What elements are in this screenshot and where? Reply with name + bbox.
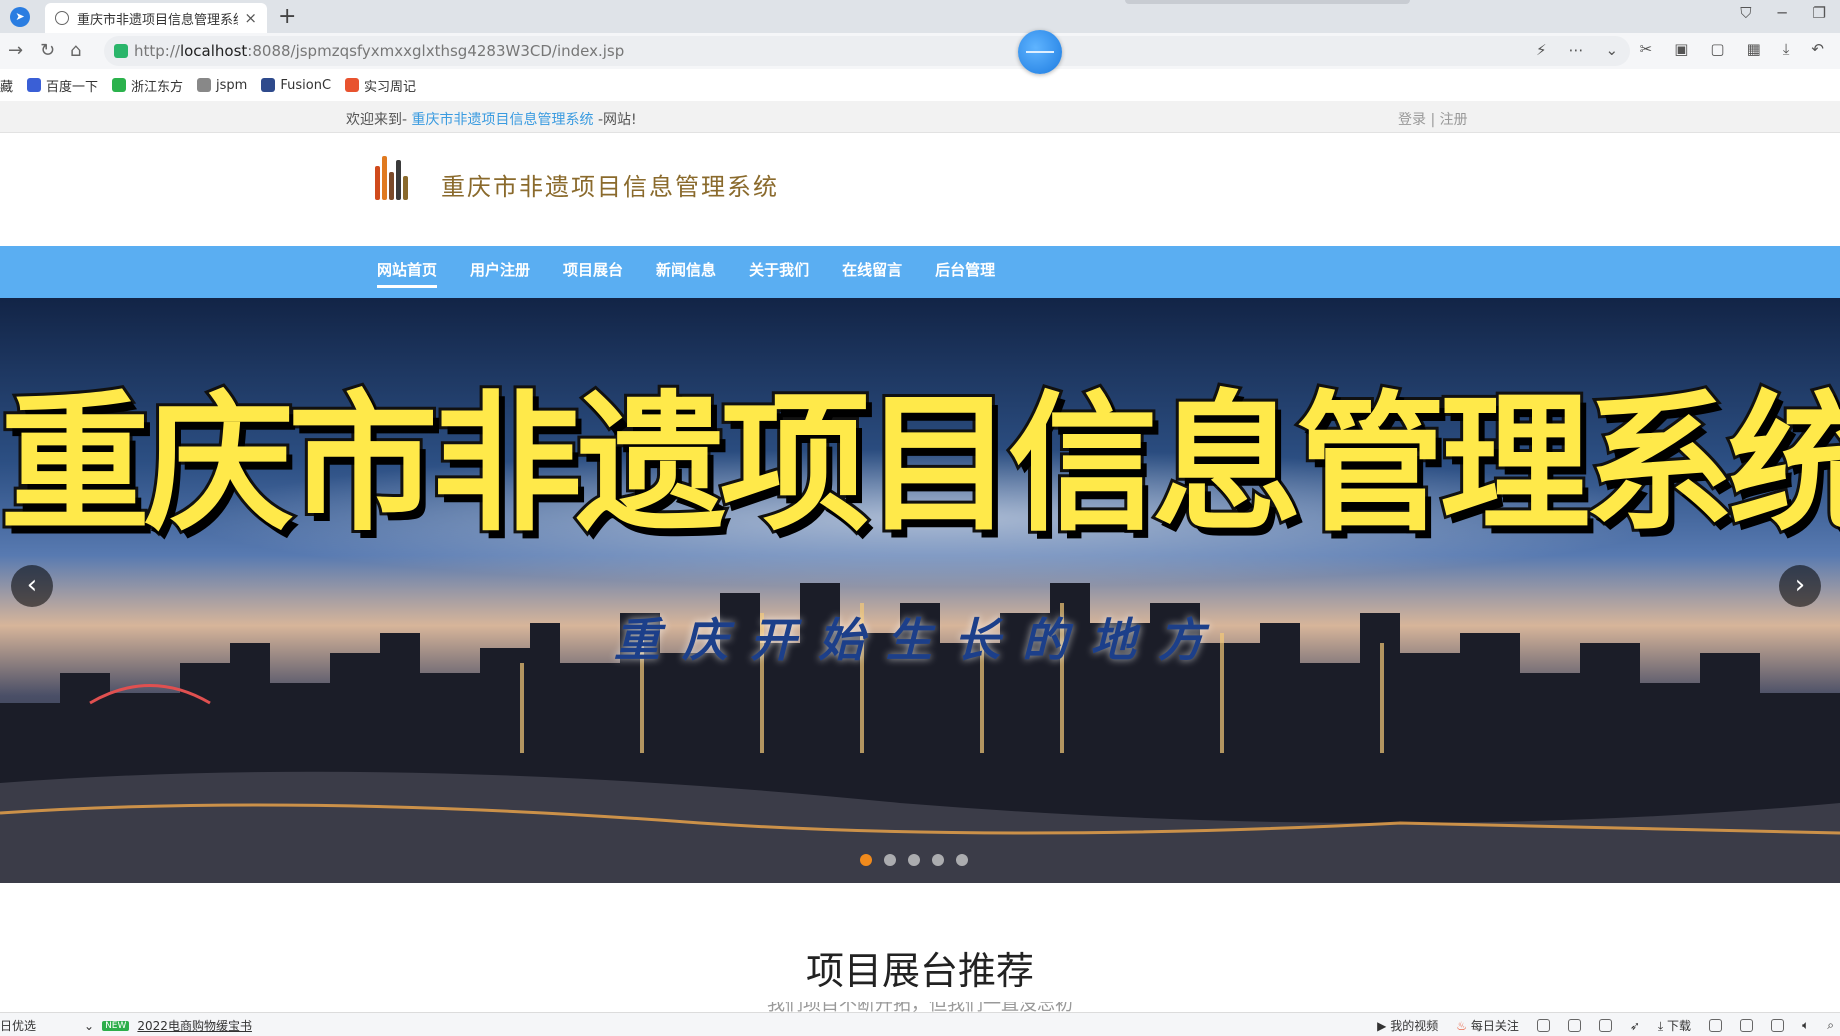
bookmark-icon <box>261 78 276 92</box>
download-icon: ⤓ <box>1657 1019 1664 1033</box>
bookmarks-bar: 藏百度一下 浙江东方 jspm FusionC 实习周记 <box>0 69 1840 101</box>
carousel-indicators <box>860 854 968 866</box>
tab-close-icon[interactable]: × <box>244 9 257 27</box>
refresh-icon[interactable] <box>1740 1019 1754 1032</box>
bookmark-icon <box>27 78 42 92</box>
nav-item[interactable]: 项目展台 <box>563 246 623 294</box>
city-skyline-image <box>0 583 1840 883</box>
chevron-down-icon[interactable]: ⌄ <box>84 1019 94 1033</box>
my-video-button[interactable]: ▶ 我的视频 <box>1377 1017 1438 1034</box>
minimize-icon[interactable]: ─ <box>1778 4 1787 22</box>
status-news-link[interactable]: 2022电商购物缓宝书 <box>137 1017 252 1034</box>
carousel-dot[interactable] <box>956 854 968 866</box>
speaker-icon[interactable]: 🔈︎ <box>1802 1018 1809 1033</box>
status-promo[interactable]: 日优选 <box>0 1017 36 1034</box>
chevron-down-icon[interactable]: ⌄ <box>1606 41 1619 59</box>
bookmark-icon <box>197 78 212 92</box>
section-title: 项目展台推荐 <box>805 949 1034 993</box>
more-icon[interactable]: ⋯ <box>1569 41 1584 59</box>
carousel-next-button[interactable]: › <box>1779 565 1821 607</box>
nav-item[interactable]: 用户注册 <box>470 246 530 294</box>
bookmark-item[interactable]: jspm <box>197 78 247 93</box>
section-subtitle: 我们项目不断开拓，但我们一直没忘初 <box>0 1002 1840 1012</box>
browser-tab-active[interactable]: 重庆市非遗项目信息管理系统 × <box>45 3 267 33</box>
globe-icon <box>55 11 69 25</box>
daily-focus-button[interactable]: ♨ 每日关注 <box>1456 1017 1519 1034</box>
bookmark-item[interactable]: FusionC <box>261 78 331 93</box>
zoom-icon[interactable]: ⌕ <box>1827 1018 1834 1033</box>
welcome-text: 欢迎来到- 重庆市非遗项目信息管理系统 -网站! <box>346 112 637 128</box>
restore-icon[interactable]: ❐ <box>1813 4 1826 22</box>
tshirt-icon[interactable]: ⛉ <box>1740 4 1751 22</box>
shield-status-icon[interactable] <box>1536 1019 1550 1032</box>
carousel-prev-button[interactable]: ‹ <box>11 565 53 607</box>
welcome-site-link[interactable]: 重庆市非遗项目信息管理系统 <box>412 112 594 128</box>
play-icon: ▶ <box>1377 1019 1387 1033</box>
address-bar: → ↻ ⌂ http://localhost:8088/jspmzqsfyxmx… <box>0 33 1840 69</box>
main-nav: 网站首页 用户注册 项目展台 新闻信息 关于我们 在线留言 后台管理 <box>0 246 1840 298</box>
download-icon[interactable]: ⤓ <box>1783 40 1790 58</box>
download-button[interactable]: ⤓ 下载 <box>1658 1017 1691 1034</box>
bookmark-item[interactable]: 实习周记 <box>345 76 416 95</box>
screenshot-icon[interactable]: ▢ <box>1710 40 1724 58</box>
carousel-dot[interactable] <box>884 854 896 866</box>
carousel-dot[interactable] <box>932 854 944 866</box>
new-badge: NEW <box>102 1020 130 1031</box>
undo-icon[interactable]: ↶ <box>1811 40 1824 58</box>
banner-subtitle: 重庆开始生长的地方 <box>614 613 1226 667</box>
shield-icon <box>114 44 128 58</box>
bookmark-icon <box>112 78 127 92</box>
nav-item[interactable]: 新闻信息 <box>656 246 716 294</box>
url-text: http://localhost:8088/jspmzqsfyxmxxglxth… <box>134 42 625 60</box>
carousel-dot[interactable] <box>860 854 872 866</box>
site-header: 重庆市非遗项目信息管理系统 <box>0 133 1840 246</box>
lightning-icon[interactable]: ⚡ <box>1536 41 1547 59</box>
banner-title: 重庆市非遗项目信息管理系统 <box>0 375 1840 555</box>
browser-logo-icon[interactable]: ➤ <box>10 7 30 27</box>
hero-carousel: 重庆市非遗项目信息管理系统 重庆开始生长的地方 ‹ › <box>0 298 1840 883</box>
tab-peek <box>1125 0 1410 4</box>
site-logo[interactable] <box>373 156 409 200</box>
printer-icon[interactable] <box>1709 1019 1723 1032</box>
browser-tab-bar: ➤ 重庆市非遗项目信息管理系统 × + ⛉ ─ ❐ <box>0 0 1840 33</box>
new-tab-button[interactable]: + <box>278 4 296 29</box>
nav-item[interactable]: 关于我们 <box>749 246 809 294</box>
bookmark-item[interactable]: 百度一下 <box>27 76 98 95</box>
top-welcome-bar: 欢迎来到- 重庆市非遗项目信息管理系统 -网站! 登录 | 注册 <box>0 101 1840 133</box>
login-register-links[interactable]: 登录 | 注册 <box>1398 109 1468 129</box>
site-name: 重庆市非遗项目信息管理系统 <box>441 173 779 201</box>
fire-icon: ♨ <box>1456 1019 1467 1033</box>
floating-extension-icon[interactable] <box>1018 30 1062 74</box>
translate-icon[interactable]: ▣ <box>1674 40 1688 58</box>
tab-title: 重庆市非遗项目信息管理系统 <box>77 12 239 28</box>
bookmark-icon <box>345 78 360 92</box>
scissors-icon[interactable]: ✂ <box>1640 40 1653 58</box>
nav-item[interactable]: 后台管理 <box>935 246 995 294</box>
heart-icon[interactable] <box>1598 1019 1612 1032</box>
nav-item[interactable]: 在线留言 <box>842 246 902 294</box>
rocket-icon[interactable]: ➶ <box>1630 1019 1640 1033</box>
bookmark-item[interactable]: 藏 <box>0 76 13 95</box>
reload-icon[interactable]: ↻ <box>40 40 55 61</box>
bookmark-item[interactable]: 浙江东方 <box>112 76 183 95</box>
apps-grid-icon[interactable]: ▦ <box>1747 40 1761 58</box>
url-field[interactable]: http://localhost:8088/jspmzqsfyxmxxglxth… <box>104 36 1630 66</box>
home-icon[interactable]: ⌂ <box>70 40 81 61</box>
nav-item[interactable]: 网站首页 <box>377 246 438 294</box>
forward-icon[interactable]: → <box>8 40 23 61</box>
carousel-dot[interactable] <box>908 854 920 866</box>
browser-status-bar: 日优选 ⌄ NEW 2022电商购物缓宝书 ▶ 我的视频 ♨ 每日关注 ➶ ⤓ … <box>0 1012 1840 1036</box>
image-icon[interactable] <box>1567 1019 1581 1032</box>
window-icon[interactable] <box>1771 1019 1785 1032</box>
